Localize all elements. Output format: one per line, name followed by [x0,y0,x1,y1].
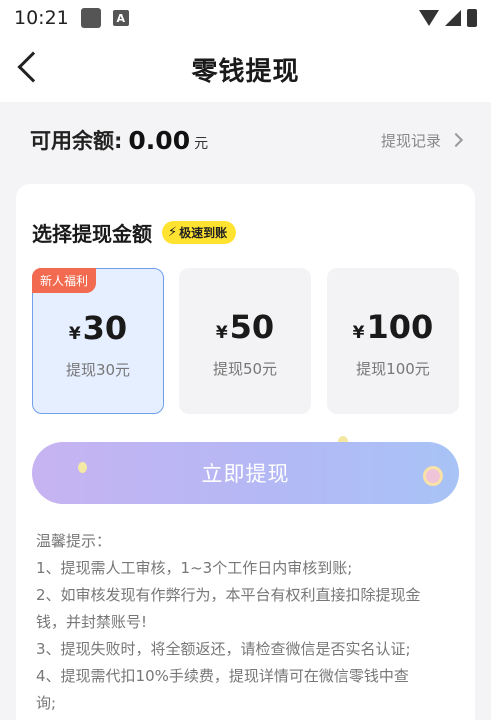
tips: 温馨提示： 1、提现需人工审核，1~3个工作日内审核到账; 2、如审核发现有作弊… [36,528,456,717]
tip-line: 4、提现需代扣10%手续费，提现详情可在微信零钱中查 [36,667,409,685]
notification-icon [80,8,101,28]
lightning-icon: ⚡ [168,225,178,240]
header: 零钱提现 [0,36,491,102]
withdraw-records-link[interactable]: 提现记录 [380,130,464,151]
tip-line: 2、如审核发现有作弊行为，本平台有权利直接扣除提现金 [36,586,421,604]
withdraw-now-label: 立即提现 [201,462,290,486]
balance-value: 0.00 [128,125,191,155]
amount-subtitle: 提现30元 [65,361,131,379]
balance-row: 可用余额: 0.00 元 提现记录 [0,102,491,178]
amount-option-30[interactable]: 新人福利 ¥30 提现30元 [32,268,164,414]
balance-unit: 元 [194,136,209,152]
withdraw-card: 选择提现金额 ⚡ 极速到账 新人福利 ¥30 提现30元 ¥50 提现50元 ¥… [16,184,475,720]
currency-symbol: ¥ [215,323,228,343]
coin-icon [423,466,443,486]
amount-value: 100 [366,308,434,346]
currency-symbol: ¥ [68,324,81,344]
amount-subtitle: 提现100元 [356,360,430,378]
page-title: 零钱提现 [191,56,300,87]
amount-option-50[interactable]: ¥50 提现50元 [179,268,311,414]
currency-symbol: ¥ [352,323,365,343]
amount-option-100[interactable]: ¥100 提现100元 [327,268,459,414]
amount-value: 30 [82,309,128,347]
tip-line: 3、提现失败时，将全额返还，请检查微信是否实名认证; [36,640,411,658]
chevron-right-icon [448,132,464,148]
status-time: 10:21 [14,7,69,29]
tip-line: 钱，并封禁账号! [36,613,148,631]
amount-value: 50 [229,308,275,346]
tip-line: 询; [36,694,57,712]
status-bar: 10:21 A [0,0,491,36]
newbie-tag: 新人福利 [32,268,97,293]
withdraw-records-label: 提现记录 [380,131,441,150]
fast-arrival-label: 极速到账 [179,226,228,240]
decoration-dot [78,462,87,473]
app-notification-icon: A [112,10,129,26]
wifi-icon [419,10,439,26]
battery-icon [467,9,477,27]
balance-label: 可用余额: [30,129,123,153]
tips-title: 温馨提示： [36,532,112,550]
back-arrow-icon[interactable] [17,51,49,83]
withdraw-now-button[interactable]: 立即提现 [32,442,459,504]
tip-line: 1、提现需人工审核，1~3个工作日内审核到账; [36,559,353,577]
amount-subtitle: 提现50元 [212,360,278,378]
fast-arrival-badge: ⚡ 极速到账 [162,221,237,244]
signal-icon [445,10,461,26]
section-title: 选择提现金额 [32,222,152,246]
